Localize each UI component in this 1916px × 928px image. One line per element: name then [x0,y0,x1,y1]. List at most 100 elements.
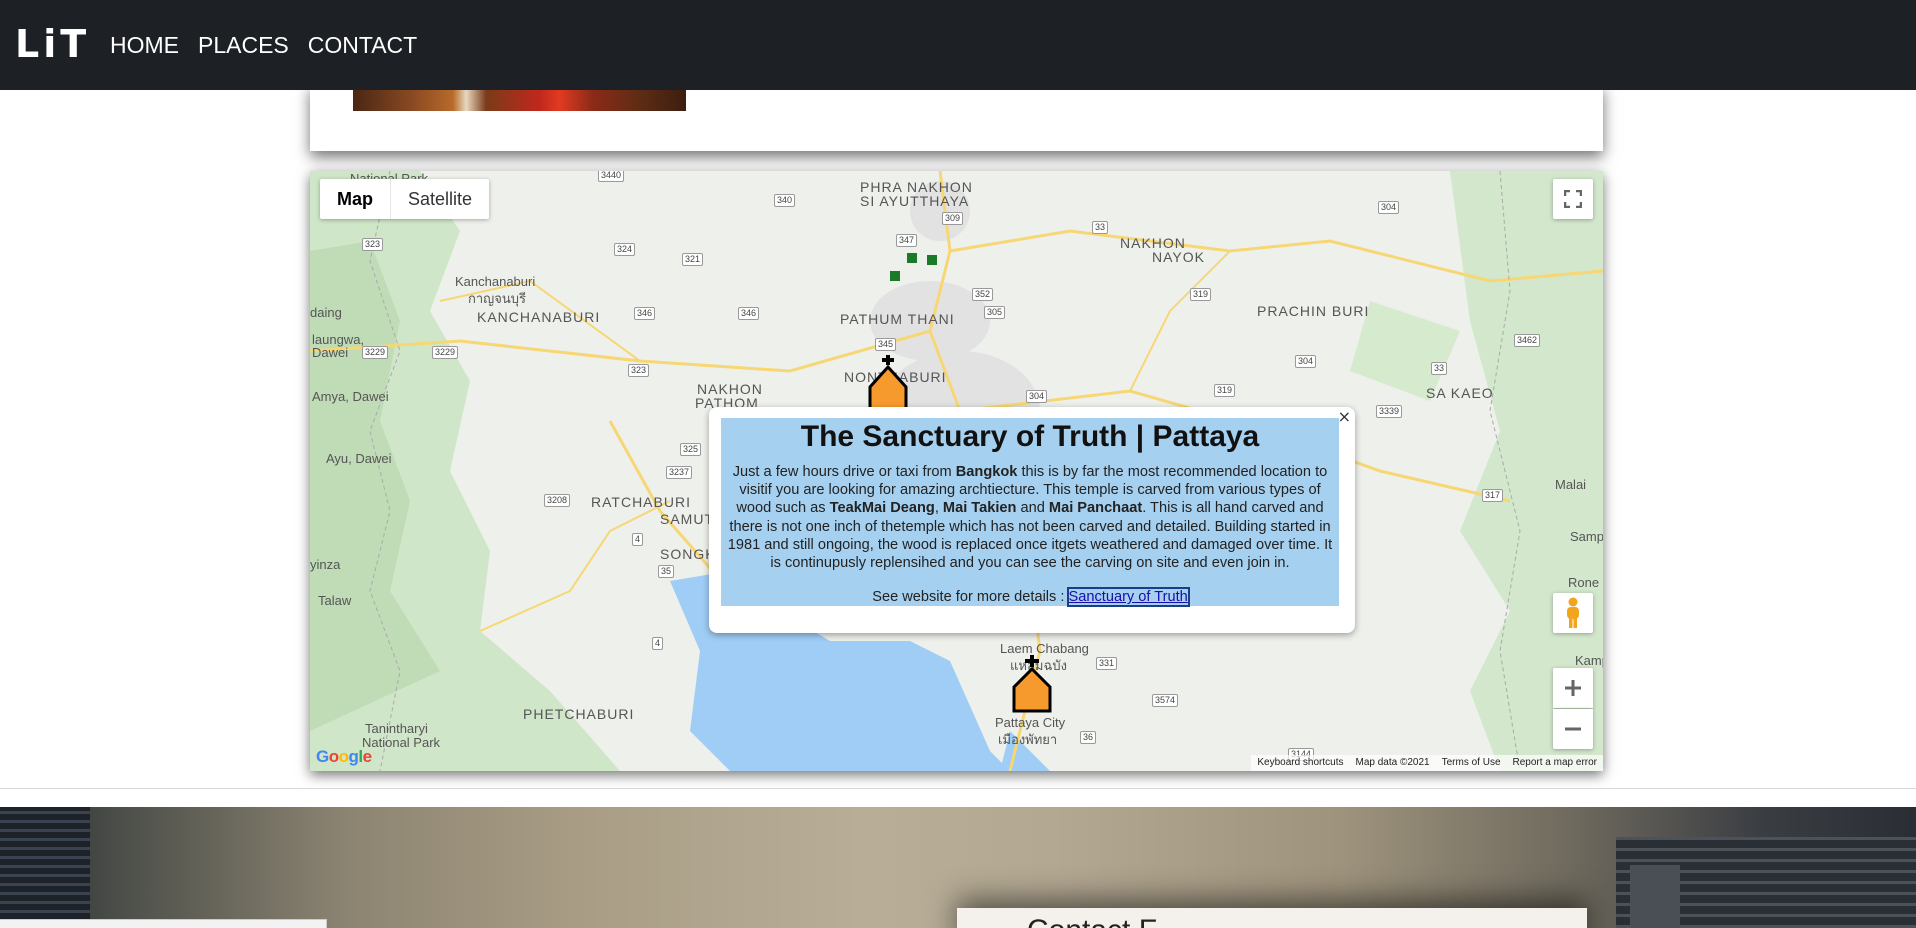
map-label: Sampov Lu [1570,529,1603,544]
map-label: Tanintharyi [365,721,428,736]
info-window-content: The Sanctuary of Truth | Pattaya Just a … [721,418,1339,608]
route-shield: 319 [1214,384,1236,397]
map-label: กาญจนบุรี [468,291,526,306]
map-label: Talaw [318,593,352,608]
text-bold: Bangkok [955,464,1018,480]
navbar: LiT HOME PLACES CONTACT [0,0,1916,90]
report-error-link[interactable]: Report a map error [1507,755,1603,771]
close-icon[interactable]: × [1338,407,1351,426]
map-type-control: Map Satellite [320,179,490,219]
map-label: daing [310,305,342,320]
route-shield: 346 [738,307,760,320]
route-shield: 323 [628,364,650,377]
map-label: National Park [362,735,441,750]
building-image [0,807,90,928]
map-label: PHETCHABURI [523,706,635,722]
map-label: PATHUM THANI [840,311,955,327]
route-shield: 352 [972,288,994,301]
map-label: Pattaya City [995,715,1066,730]
map-label: Amya, Dawei [312,389,389,404]
info-window-title: The Sanctuary of Truth | Pattaya [800,420,1260,453]
route-shield: 309 [942,212,964,225]
route-shield: 319 [1190,288,1212,301]
info-window-description: Just a few hours drive or taxi from Bang… [725,463,1335,572]
route-shield: 4 [652,637,664,650]
route-shield: 3229 [432,346,459,359]
map-label: SA KAEO [1426,385,1494,401]
route-shield: 305 [984,306,1006,319]
route-shield: 321 [682,253,704,266]
google-letter: e [362,747,372,766]
nav-contact[interactable]: CONTACT [308,30,417,60]
section-divider [0,788,1916,789]
route-shield: 3339 [1376,405,1403,418]
map-label: Dawei [312,345,349,360]
map-footer: Keyboard shortcuts Map data ©2021 Terms … [1251,755,1603,771]
route-shield: 3462 [1514,334,1541,347]
route-shield: 304 [1378,201,1400,214]
brand-logo[interactable]: LiT [15,21,90,67]
route-shield: 323 [362,238,384,251]
nav-home[interactable]: HOME [110,30,179,60]
route-shield: 4 [632,533,644,546]
contact-form-panel: Contact F [957,908,1587,928]
route-shield: 347 [896,234,918,247]
text-bold: Mai Takien [942,500,1017,517]
route-shield: 325 [680,443,702,456]
nav-places[interactable]: PLACES [198,30,289,60]
place-card [310,84,1603,151]
route-shield: 33 [1431,362,1448,375]
website-link[interactable]: Sanctuary of Truth [1066,587,1190,608]
map-type-map-button[interactable]: Map [320,179,391,219]
fullscreen-icon [1564,190,1582,208]
route-shield: 3237 [666,466,693,479]
google-letter: o [328,747,339,766]
route-shield: 36 [1080,731,1097,744]
zoom-in-button[interactable] [1553,668,1593,708]
google-letter: G [316,747,329,766]
route-shield: 304 [1295,355,1317,368]
terms-link[interactable]: Terms of Use [1436,755,1507,771]
route-shield: 33 [1092,221,1109,234]
map-label: Ayu, Dawei [326,451,392,466]
route-shield: 3208 [544,494,571,507]
google-map[interactable]: PHRA NAKHON SI AYUTTHAYA NAKHON NAYOK Ka… [310,171,1603,771]
map-label: SAMUT [660,511,714,527]
map-label: Kanchanaburi [455,274,536,289]
google-logo[interactable]: Google [316,747,372,767]
link-prefix: See website for more details : [872,589,1069,606]
map-label: yinza [310,557,341,572]
zoom-out-button[interactable] [1553,709,1593,749]
text-bold: Mai Panchaat [1048,500,1143,517]
route-shield: 3574 [1152,694,1179,707]
temple-marker-icon[interactable] [866,353,910,413]
map-label: SI AYUTTHAYA [860,193,970,209]
pegman-icon [1567,597,1579,628]
route-shield: 3440 [598,171,625,182]
keyboard-shortcuts-link[interactable]: Keyboard shortcuts [1251,755,1349,771]
map-type-satellite-button[interactable]: Satellite [391,179,489,219]
text-span: Just a few hours drive or taxi from [732,464,956,480]
route-shield: 3229 [362,346,389,359]
browser-status-bar [0,919,327,928]
street-view-button[interactable] [1553,593,1593,633]
route-shield: 324 [614,243,636,256]
contact-section-background: Contact F [0,807,1916,928]
google-letter: o [338,747,349,766]
minus-icon [1565,727,1581,731]
fullscreen-button[interactable] [1553,179,1593,219]
route-shield: 346 [634,307,656,320]
map-label: KANCHANABURI [477,309,601,325]
text-span: , [934,500,943,517]
info-window: × The Sanctuary of Truth | Pattaya Just … [709,407,1355,633]
info-window-link-line: See website for more details : Sanctuary… [721,587,1339,608]
route-shield: 35 [658,565,675,578]
route-shield: 304 [1026,390,1048,403]
contact-form-title: Contact F [1027,914,1157,928]
map-label: Rone [1568,575,1600,590]
temple-marker-icon[interactable] [1010,653,1054,713]
route-shield: 340 [774,194,796,207]
building-image [1630,865,1680,928]
text-span: and [1016,500,1049,517]
map-label: RATCHABURI [591,494,691,510]
